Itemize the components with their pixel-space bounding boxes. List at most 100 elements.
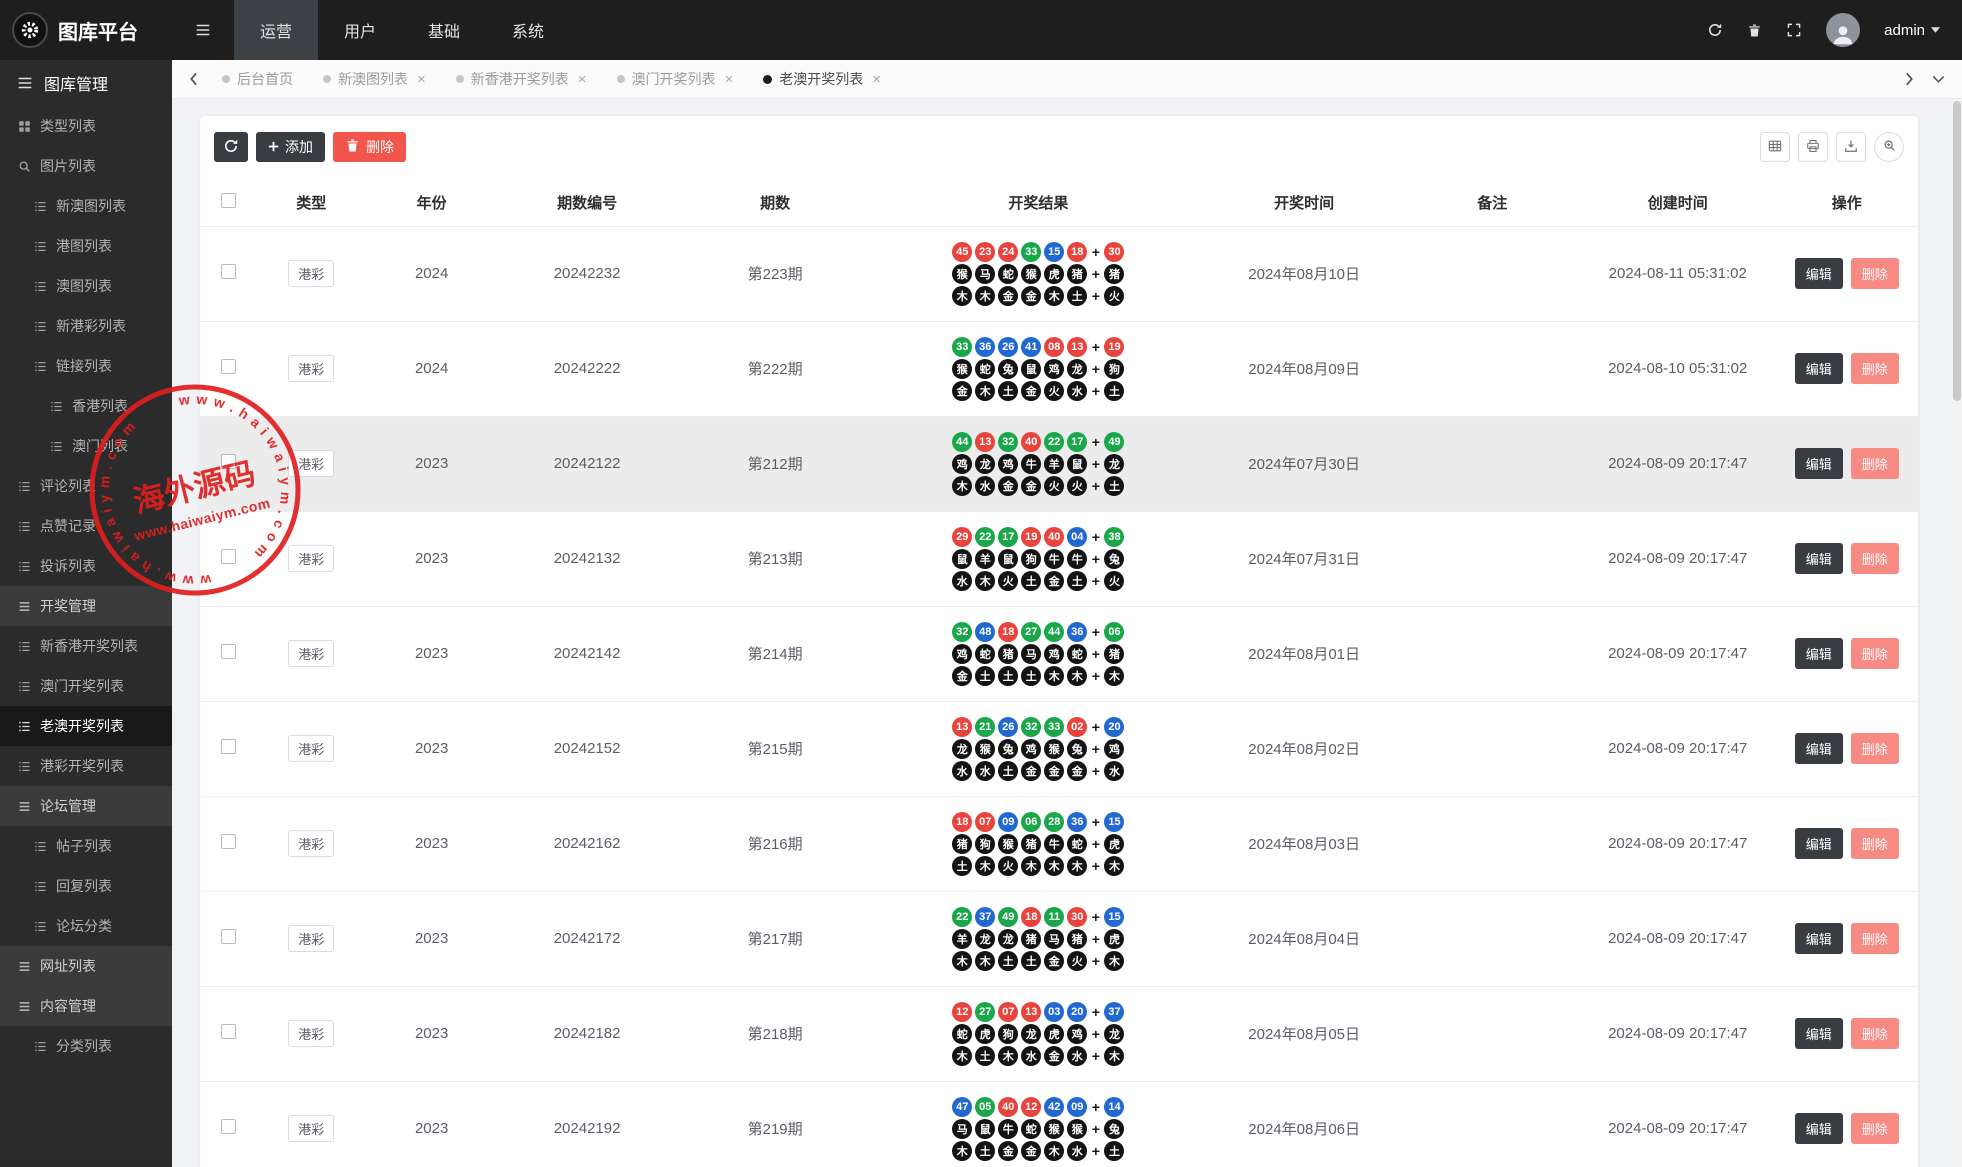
sidebar-item-label: 类型列表: [40, 118, 96, 134]
sidebar-item[interactable]: 新港彩列表: [0, 306, 172, 346]
row-checkbox[interactable]: [220, 1119, 236, 1134]
delete-button[interactable]: 删除: [1850, 923, 1899, 954]
edit-button[interactable]: 编辑: [1794, 733, 1843, 764]
sidebar-item[interactable]: 分类列表: [0, 1026, 172, 1066]
sidebar-item[interactable]: 类型列表: [0, 106, 172, 146]
sidebar-item[interactable]: 评论列表: [0, 466, 172, 506]
refresh-icon[interactable]: [1707, 22, 1723, 38]
nav-menu-item[interactable]: 用户: [318, 0, 402, 60]
delete-button[interactable]: 删除: [1850, 733, 1899, 764]
trash-icon[interactable]: [1747, 23, 1762, 38]
tab-close-icon[interactable]: ×: [725, 71, 734, 88]
sidebar-item[interactable]: 新澳图列表: [0, 186, 172, 226]
sidebar-item[interactable]: 论坛分类: [0, 906, 172, 946]
nav-menu-item[interactable]: 运营: [234, 0, 319, 60]
tab-item[interactable]: 后台首页: [207, 60, 308, 98]
edit-button[interactable]: 编辑: [1794, 1113, 1843, 1144]
edit-button[interactable]: 编辑: [1794, 448, 1843, 479]
tabs-scroll-right-icon[interactable]: [1896, 72, 1923, 86]
tab-item[interactable]: 新香港开奖列表 ×: [441, 60, 602, 98]
year-cell: 2024: [366, 321, 497, 417]
nav-menu-item[interactable]: 基础: [402, 0, 486, 60]
number-ball: 41: [1021, 336, 1042, 357]
tab-item[interactable]: 老澳开奖列表 ×: [748, 60, 896, 98]
created-time-cell: 2024-08-09 20:17:47: [1579, 416, 1776, 512]
delete-button[interactable]: 删除: [1850, 448, 1899, 479]
sidebar-item[interactable]: 网址列表: [0, 946, 172, 986]
edit-button[interactable]: 编辑: [1794, 828, 1843, 859]
row-checkbox[interactable]: [220, 264, 236, 279]
fullscreen-icon[interactable]: [1786, 22, 1802, 38]
delete-button[interactable]: 删除: [1850, 353, 1899, 384]
delete-button[interactable]: 删除: [1850, 638, 1899, 669]
add-button[interactable]: 添加: [256, 132, 325, 162]
search-icon: [18, 160, 31, 173]
sidebar-item[interactable]: 内容管理: [0, 986, 172, 1026]
sidebar-item[interactable]: 澳门列表: [0, 426, 172, 466]
search-button[interactable]: [1874, 132, 1904, 162]
tab-close-icon[interactable]: ×: [417, 71, 426, 88]
sidebar-item[interactable]: 香港列表: [0, 386, 172, 426]
sidebar-item[interactable]: 回复列表: [0, 866, 172, 906]
sidebar-item[interactable]: 老澳开奖列表: [0, 706, 172, 746]
sidebar-item[interactable]: 澳门开奖列表: [0, 666, 172, 706]
refresh-button[interactable]: [214, 132, 248, 162]
sidebar-item[interactable]: 新香港开奖列表: [0, 626, 172, 666]
bulk-delete-button[interactable]: 删除: [333, 132, 406, 162]
tab-item[interactable]: 新澳图列表 ×: [308, 60, 441, 98]
delete-button[interactable]: 删除: [1850, 828, 1899, 859]
header-checkbox-cell: [200, 180, 257, 227]
edit-button[interactable]: 编辑: [1794, 923, 1843, 954]
user-menu[interactable]: admin: [1884, 22, 1940, 39]
type-badge: 港彩: [288, 260, 335, 287]
sidebar-item[interactable]: 链接列表: [0, 346, 172, 386]
edit-button[interactable]: 编辑: [1794, 638, 1843, 669]
brand[interactable]: 图库平台: [0, 12, 172, 48]
print-button[interactable]: [1798, 132, 1828, 162]
tabs-scroll-left-icon[interactable]: [180, 72, 207, 86]
sidebar-item[interactable]: 投诉列表: [0, 546, 172, 586]
delete-button[interactable]: 删除: [1850, 543, 1899, 574]
row-checkbox[interactable]: [220, 834, 236, 849]
edit-button[interactable]: 编辑: [1794, 258, 1843, 289]
row-checkbox[interactable]: [220, 454, 236, 469]
row-checkbox[interactable]: [220, 929, 236, 944]
row-checkbox[interactable]: [220, 644, 236, 659]
sidebar-item[interactable]: 港图列表: [0, 226, 172, 266]
print-icon: [1806, 139, 1820, 156]
sidebar-item[interactable]: 帖子列表: [0, 826, 172, 866]
scrollbar-thumb[interactable]: [1953, 101, 1961, 401]
row-checkbox[interactable]: [220, 549, 236, 564]
export-button[interactable]: [1836, 132, 1866, 162]
tab-close-icon[interactable]: ×: [872, 71, 881, 88]
tab-close-icon[interactable]: ×: [578, 71, 587, 88]
sidebar-item-label: 港图列表: [56, 238, 112, 254]
delete-button[interactable]: 删除: [1850, 1018, 1899, 1049]
list-icon: [18, 640, 31, 653]
sidebar-item[interactable]: 开奖管理: [0, 586, 172, 626]
animal-ball: 猴: [1067, 1118, 1088, 1139]
edit-button[interactable]: 编辑: [1794, 1018, 1843, 1049]
scrollbar[interactable]: [1952, 99, 1962, 1167]
delete-button[interactable]: 删除: [1850, 258, 1899, 289]
tabs-menu-icon[interactable]: [1923, 75, 1954, 83]
row-checkbox[interactable]: [220, 739, 236, 754]
tab-item[interactable]: 澳门开奖列表 ×: [602, 60, 749, 98]
sidebar-item[interactable]: 图片列表: [0, 146, 172, 186]
delete-button[interactable]: 删除: [1850, 1113, 1899, 1144]
sidebar-item[interactable]: 论坛管理: [0, 786, 172, 826]
row-checkbox[interactable]: [220, 359, 236, 374]
sidebar-item[interactable]: 澳图列表: [0, 266, 172, 306]
avatar[interactable]: [1826, 13, 1861, 47]
edit-button[interactable]: 编辑: [1794, 543, 1843, 574]
select-all-checkbox[interactable]: [220, 193, 236, 209]
type-badge: 港彩: [288, 830, 335, 857]
sidebar-item[interactable]: 点赞记录: [0, 506, 172, 546]
sidebar-toggle-icon[interactable]: [172, 0, 234, 60]
row-checkbox[interactable]: [220, 1024, 236, 1039]
nav-menu-item[interactable]: 系统: [486, 0, 570, 60]
sidebar-header[interactable]: 图库管理: [0, 60, 172, 106]
edit-button[interactable]: 编辑: [1794, 353, 1843, 384]
columns-button[interactable]: [1760, 132, 1790, 162]
sidebar-item[interactable]: 港彩开奖列表: [0, 746, 172, 786]
